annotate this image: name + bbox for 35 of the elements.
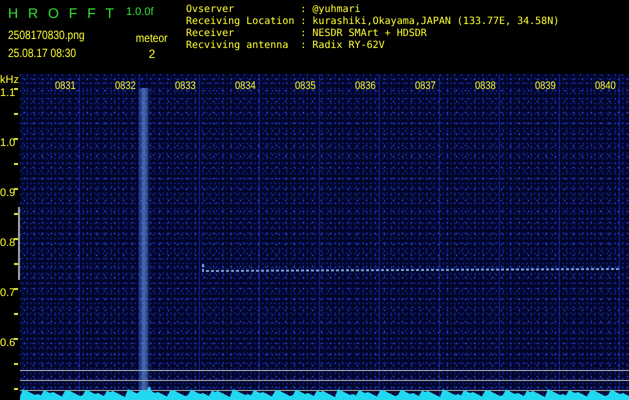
- time-label: 0835: [294, 80, 317, 94]
- info-value: kurashiki,Okayama,JAPAN (133.77E, 34.58N): [312, 16, 560, 28]
- time-label: 0836: [354, 80, 377, 94]
- detection-label: meteor: [136, 31, 168, 45]
- frequency-label: 0.8: [0, 236, 15, 251]
- time-label: 0831: [54, 80, 77, 94]
- info-value: @yuhmari: [312, 4, 362, 16]
- info-label: Recviving antenna: [186, 40, 290, 52]
- info-separator: :: [300, 28, 306, 40]
- info-separator: :: [300, 40, 306, 52]
- app-version: 1.0.0f: [126, 5, 154, 19]
- frequency-label: 0.9: [0, 186, 15, 201]
- time-label: 0837: [414, 80, 437, 94]
- time-label: 0840: [594, 80, 617, 94]
- info-separator: :: [300, 16, 306, 28]
- detection-count: 2: [148, 47, 156, 61]
- axis-unit: kHz: [0, 74, 20, 86]
- file-name: 2508170830.png: [8, 28, 86, 42]
- time-label: 0839: [534, 80, 557, 94]
- info-value: Radix RY-62V: [312, 40, 386, 52]
- app-name: H R O F F T: [8, 4, 114, 22]
- time-label: 0834: [234, 80, 257, 94]
- info-label: Receiver: [186, 28, 236, 40]
- time-label: 0833: [174, 80, 197, 94]
- frequency-label: 0.7: [0, 286, 15, 301]
- time-label: 0838: [474, 80, 497, 94]
- time-label: 0832: [114, 80, 137, 94]
- frequency-label: 1.1: [0, 86, 15, 101]
- recording-datetime: 25.08.17 08:30: [8, 46, 78, 60]
- info-label: Ovserver: [186, 4, 236, 16]
- frequency-label: 0.6: [0, 336, 15, 351]
- frequency-label: 1.0: [0, 136, 15, 151]
- info-value: NESDR SMArt + HDSDR: [312, 28, 428, 40]
- info-separator: :: [300, 4, 306, 16]
- info-label: Receiving Location: [186, 16, 294, 28]
